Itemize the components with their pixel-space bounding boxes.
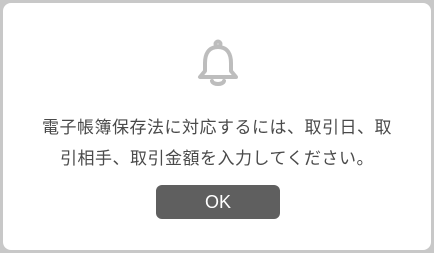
alert-message: 電子帳簿保存法に対応するには、取引日、取 引相手、取引金額を入力してください。 xyxy=(3,113,431,175)
alert-message-line-1: 電子帳簿保存法に対応するには、取引日、取 xyxy=(42,118,392,138)
alert-message-line-2: 引相手、取引金額を入力してください。 xyxy=(60,149,374,169)
ok-button[interactable]: OK xyxy=(156,185,280,219)
alert-dialog: 電子帳簿保存法に対応するには、取引日、取 引相手、取引金額を入力してください。 … xyxy=(3,3,431,250)
bell-icon xyxy=(198,39,238,86)
